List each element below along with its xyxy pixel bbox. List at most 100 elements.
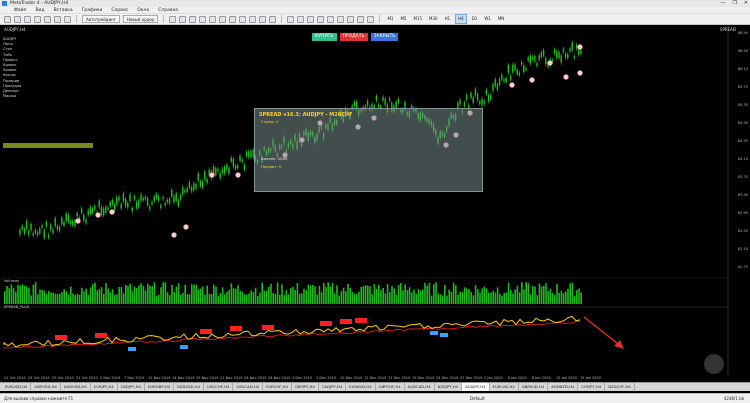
candle-body — [153, 196, 155, 202]
volume-bar — [243, 294, 246, 304]
templates-icon[interactable] — [269, 15, 277, 23]
price-axis[interactable]: 86.90 86.50 86.10 85.70 85.30 84.90 84.50 84.10… — [728, 25, 750, 355]
label-icon[interactable] — [367, 15, 375, 23]
profiles-icon[interactable] — [14, 15, 21, 23]
sell-button[interactable]: ПРОДАТЬ — [339, 33, 368, 41]
volume-bar — [342, 287, 345, 304]
timeframe-mn[interactable]: MN — [496, 15, 506, 23]
text-icon[interactable] — [357, 15, 365, 23]
chart-tab[interactable]: NZDCHF,H4 — [605, 383, 635, 391]
candle-body — [375, 95, 378, 101]
timeframe-m1[interactable]: M1 — [385, 15, 395, 23]
chart-tab[interactable]: EURAUD,H4 — [346, 383, 376, 391]
candle-body — [91, 208, 94, 214]
chart-tab[interactable]: USDCAD,H4 — [233, 383, 264, 391]
chart-tab[interactable]: USDCHF,H4 — [204, 383, 234, 391]
candle-body — [503, 79, 505, 82]
bar-chart-icon[interactable] — [169, 15, 177, 23]
indicator-lines — [3, 315, 581, 351]
volume-bar — [283, 295, 285, 304]
chart-tab[interactable]: EURGBP,H4 — [145, 383, 175, 391]
line-chart-icon[interactable] — [189, 15, 197, 23]
close-all-button[interactable]: ЗАКРЫТЬ — [370, 33, 399, 41]
chart-tab[interactable]: AUDJPY,H4 — [462, 383, 490, 391]
data-window-icon[interactable] — [34, 15, 41, 23]
horizontal-line-icon[interactable] — [317, 15, 325, 23]
trendline-icon[interactable] — [327, 15, 335, 23]
volume-bar — [503, 293, 505, 304]
chart-tab[interactable]: USDJPY,H4 — [118, 383, 145, 391]
zoom-out-icon[interactable] — [209, 15, 217, 23]
chart-canvas[interactable] — [0, 25, 750, 389]
timeframe-w1[interactable]: W1 — [482, 15, 493, 23]
chart-tab[interactable]: EURCAD,H4 — [490, 383, 519, 391]
chart-tab[interactable]: EURJPY,H4 — [91, 383, 118, 391]
chart-tab[interactable]: EURUSD,H4 — [2, 383, 32, 391]
timeframe-m15[interactable]: M15 — [411, 15, 424, 23]
volume-bar — [413, 289, 415, 304]
volume-bar — [400, 283, 402, 304]
candle-body — [142, 197, 144, 201]
chart-tab[interactable]: GBPUSD,H4 — [31, 383, 61, 391]
crosshair-icon[interactable] — [297, 15, 305, 23]
date-tick: 15 Jan 2020 — [580, 376, 601, 380]
maximize-icon[interactable]: ❐ — [732, 0, 736, 7]
trade-marker — [183, 224, 189, 230]
indicator-red-segment — [262, 325, 274, 330]
volume-bar — [261, 282, 263, 304]
chart-tab[interactable]: AUDUSD,H4 — [61, 383, 91, 391]
zoom-button[interactable] — [704, 354, 724, 374]
chart-tab[interactable]: GBPAUD,H4 — [519, 383, 549, 391]
indicators-icon[interactable] — [249, 15, 257, 23]
autoscroll-icon[interactable] — [229, 15, 237, 23]
menu-window[interactable]: Окно — [137, 8, 149, 13]
volume-bar — [224, 294, 226, 304]
buy-button[interactable]: КУПИТЬ — [312, 33, 337, 41]
timeframe-d1[interactable]: D1 — [470, 15, 480, 23]
volume-bar — [314, 286, 316, 304]
timeframe-m30[interactable]: M30 — [427, 15, 440, 23]
navigator-icon[interactable] — [44, 15, 51, 23]
periods-icon[interactable] — [259, 15, 267, 23]
terminal-icon[interactable] — [54, 15, 61, 23]
volume-bar — [107, 288, 109, 304]
menu-view[interactable]: Вид — [35, 8, 44, 13]
menu-charts[interactable]: Графики — [82, 8, 103, 13]
chart-tab[interactable]: NZDJPY,H4 — [435, 383, 463, 391]
chart-tab[interactable]: AUDCAD,H4 — [405, 383, 435, 391]
volume-bar — [558, 292, 560, 304]
close-icon[interactable]: ✕ — [744, 0, 748, 7]
volume-bar — [466, 288, 468, 304]
chart-shift-icon[interactable] — [239, 15, 247, 23]
tile-icon[interactable] — [219, 15, 227, 23]
menu-help[interactable]: Справка — [158, 8, 178, 13]
cursor-icon[interactable] — [287, 15, 295, 23]
fibonacci-icon[interactable] — [347, 15, 355, 23]
chart-tab[interactable]: GBPCHF,H4 — [376, 383, 405, 391]
timeframe-m5[interactable]: M5 — [398, 15, 408, 23]
vertical-line-icon[interactable] — [307, 15, 315, 23]
chart-tab[interactable]: NZDUSD,H4 — [174, 383, 205, 391]
autotrade-button[interactable]: Автотрейдинг — [82, 15, 120, 23]
chart-window[interactable]: AUDJPY,H4 SPREAD КУПИТЬ ПРОДАТЬ ЗАКРЫТЬ … — [0, 25, 750, 389]
menu-tools[interactable]: Сервис — [111, 8, 128, 13]
channel-icon[interactable] — [337, 15, 345, 23]
tester-icon[interactable] — [64, 15, 71, 23]
market-watch-icon[interactable] — [24, 15, 31, 23]
candle-body — [487, 95, 490, 102]
timeframe-h1[interactable]: H1 — [443, 15, 453, 23]
chart-tab[interactable]: EURCHF,H4 — [263, 383, 292, 391]
candlestick-icon[interactable] — [179, 15, 187, 23]
chart-tab[interactable]: CADJPY,H4 — [319, 383, 347, 391]
chart-tab[interactable]: GBPJPY,H4 — [292, 383, 319, 391]
timeframe-h4[interactable]: H4 — [455, 14, 467, 24]
zoom-in-icon[interactable] — [199, 15, 207, 23]
volume-bar — [74, 295, 76, 304]
new-chart-icon[interactable] — [4, 15, 11, 23]
menu-insert[interactable]: Вставка — [54, 8, 73, 13]
minimize-icon[interactable]: — — [720, 0, 725, 7]
chart-tab[interactable]: AUDNZD,H4 — [548, 383, 579, 391]
chart-tab[interactable]: CHFJPY,H4 — [578, 383, 606, 391]
new-order-button[interactable]: Новый ордер — [122, 15, 159, 23]
menu-file[interactable]: Файл — [14, 8, 26, 13]
